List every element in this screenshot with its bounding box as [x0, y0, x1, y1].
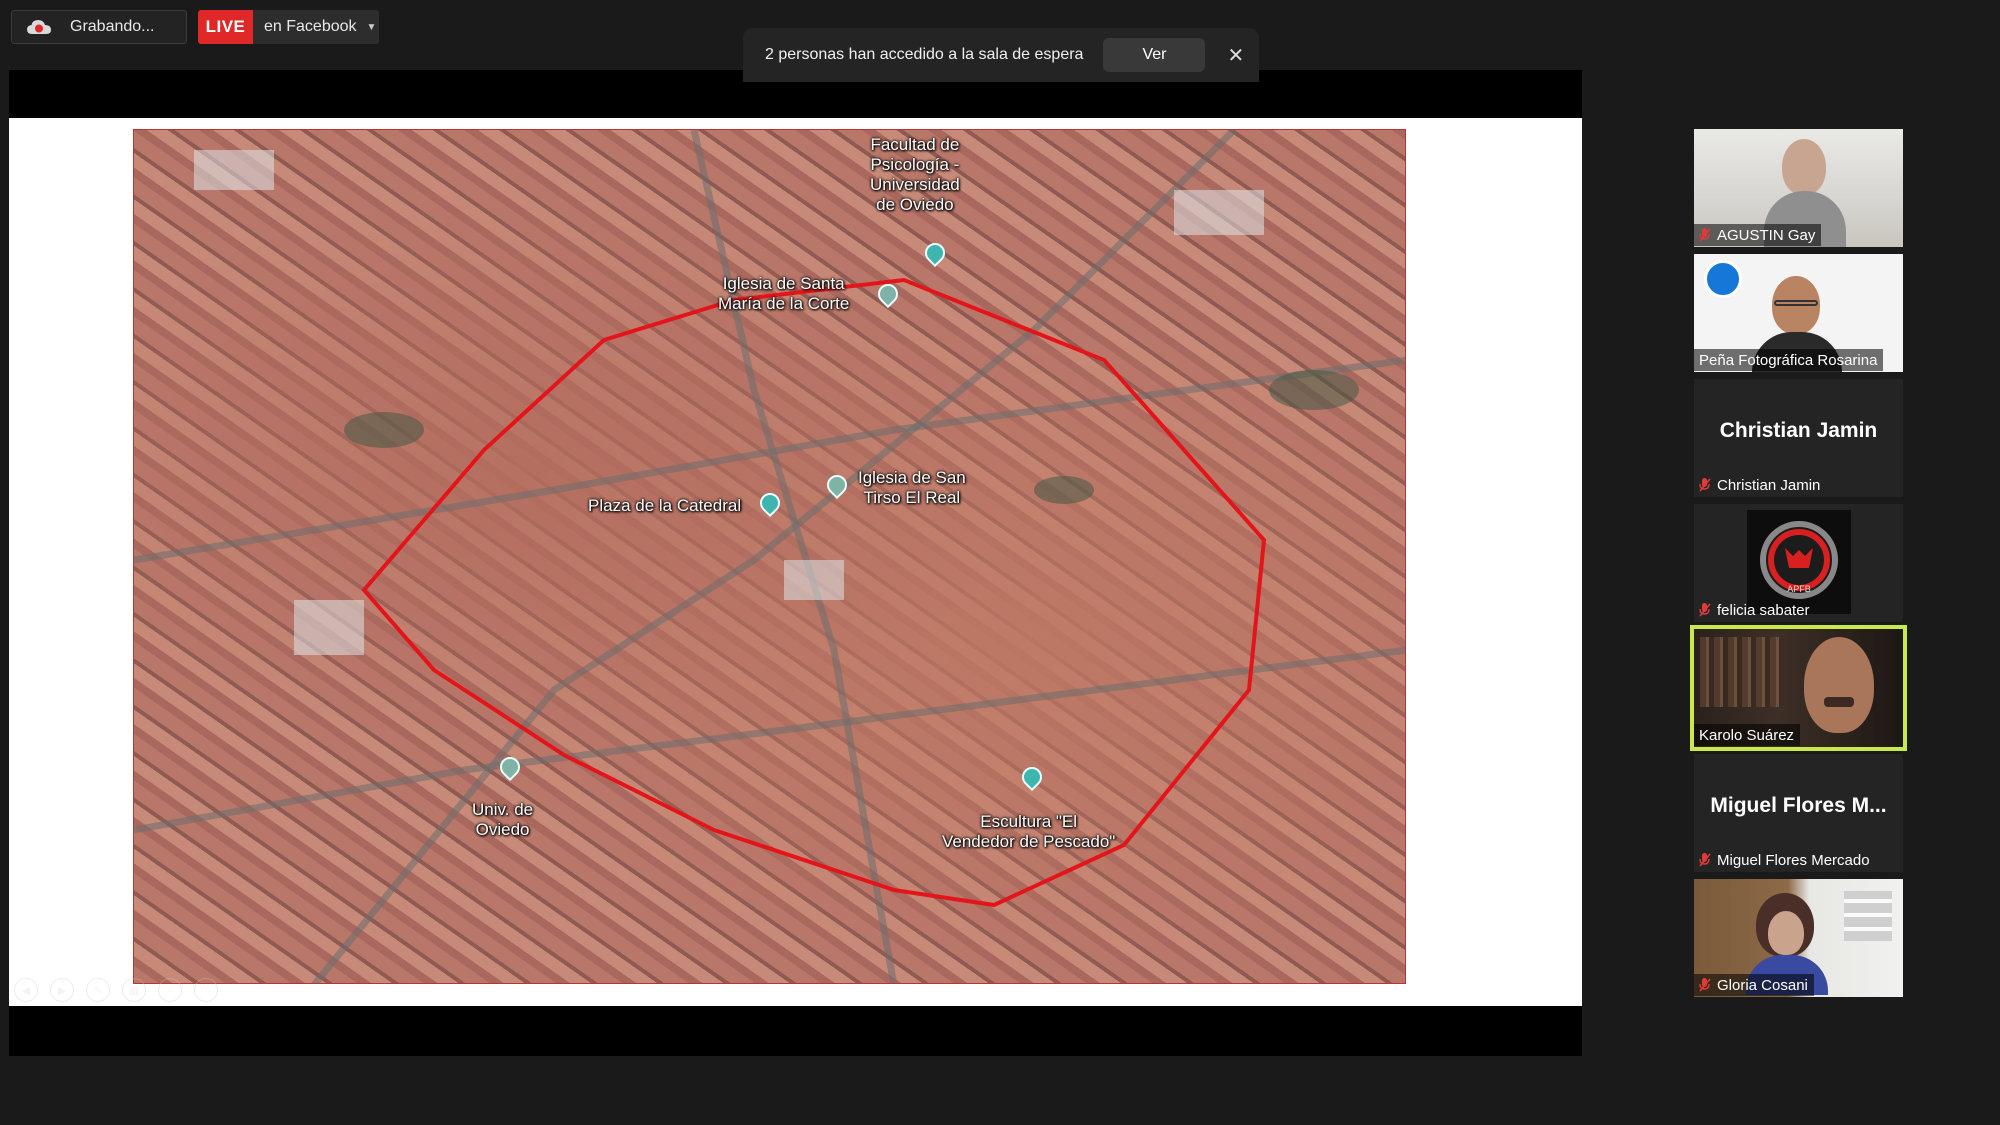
map-label-facultad: Facultad de Psicología - Universidad de …	[870, 135, 960, 214]
more-icon[interactable]: ⋯	[194, 978, 218, 1002]
pen-icon[interactable]: ✎	[86, 978, 110, 1002]
participant-name-bar: Peña Fotográfica Rosarina	[1694, 349, 1884, 371]
participant-tile[interactable]: APFB felicia sabater	[1694, 504, 1903, 622]
muted-mic-icon	[1699, 978, 1711, 992]
map-label-iglesia-corte: Iglesia de Santa María de la Corte	[718, 274, 850, 313]
zoom-icon[interactable]: ⌕	[158, 978, 182, 1002]
participant-name-bar: felicia sabater	[1694, 599, 1816, 621]
participant-name: Gloria Cosani	[1717, 976, 1808, 994]
participant-name-bar: Karolo Suárez	[1694, 724, 1801, 746]
notification-text: 2 personas han accedido a la sala de esp…	[765, 46, 1084, 63]
participant-tile[interactable]: Gloria Cosani	[1694, 879, 1903, 997]
participant-tile-active-speaker[interactable]: Karolo Suárez	[1690, 625, 1907, 751]
aerial-map-image: Facultad de Psicología - Universidad de …	[133, 129, 1406, 984]
participant-name-bar: Christian Jamin	[1694, 474, 1826, 496]
participant-display-name: Miguel Flores M...	[1710, 794, 1887, 817]
waiting-room-notification: 2 personas han accedido a la sala de esp…	[743, 28, 1259, 82]
participant-tile[interactable]: Christian Jamin Christian Jamin	[1694, 379, 1903, 497]
participant-name: Christian Jamin	[1717, 476, 1821, 494]
slides-icon[interactable]: ▦	[122, 978, 146, 1002]
facebook-logo-icon	[1704, 260, 1742, 298]
recording-indicator[interactable]: Grabando...	[11, 10, 187, 44]
map-label-univ-oviedo: Univ. de Oviedo	[472, 800, 534, 839]
participant-display-name: Christian Jamin	[1719, 419, 1878, 442]
svg-text:APFB: APFB	[1787, 584, 1811, 594]
participant-name-bar: Gloria Cosani	[1694, 974, 1814, 996]
muted-mic-icon	[1699, 853, 1711, 867]
participant-name: AGUSTIN Gay	[1717, 226, 1816, 244]
map-label-plaza-catedral: Plaza de la Catedral	[588, 496, 742, 515]
participant-name: Miguel Flores Mercado	[1717, 851, 1870, 869]
participant-tile[interactable]: AGUSTIN Gay	[1694, 129, 1903, 247]
cloud-recording-icon	[26, 18, 52, 36]
participant-name: Peña Fotográfica Rosarina	[1699, 351, 1878, 369]
live-target-label: en Facebook	[264, 18, 357, 35]
participant-tile[interactable]: Miguel Flores M... Miguel Flores Mercado	[1694, 754, 1903, 872]
live-target-dropdown[interactable]: en Facebook ▼	[253, 10, 379, 44]
slide-toolbar: ◀ ▶ ✎ ▦ ⌕ ⋯	[14, 978, 218, 1002]
muted-mic-icon	[1699, 228, 1711, 242]
next-slide-icon[interactable]: ▶	[50, 978, 74, 1002]
map-label-escultura: Escultura "El Vendedor de Pescado"	[942, 812, 1116, 851]
live-stream-control[interactable]: LIVE en Facebook ▼	[198, 10, 379, 44]
bookshelf	[1700, 637, 1780, 707]
participant-name-bar: Miguel Flores Mercado	[1694, 849, 1876, 871]
chevron-down-icon: ▼	[366, 21, 377, 33]
recording-label: Grabando...	[70, 18, 155, 35]
live-badge: LIVE	[198, 10, 253, 44]
muted-mic-icon	[1699, 603, 1711, 617]
participant-name: felicia sabater	[1717, 601, 1810, 619]
close-icon[interactable]: ✕	[1227, 43, 1244, 68]
wall-photos	[1844, 891, 1892, 941]
muted-mic-icon	[1699, 478, 1711, 492]
map-label-iglesia-tirso: Iglesia de San Tirso El Real	[858, 468, 966, 507]
participant-name: Karolo Suárez	[1699, 726, 1795, 744]
participant-tile[interactable]: Peña Fotográfica Rosarina	[1694, 254, 1903, 372]
view-waiting-room-button[interactable]: Ver	[1103, 38, 1206, 72]
prev-slide-icon[interactable]: ◀	[14, 978, 38, 1002]
participant-name-bar: AGUSTIN Gay	[1694, 224, 1822, 246]
map-overlay	[134, 130, 1405, 983]
